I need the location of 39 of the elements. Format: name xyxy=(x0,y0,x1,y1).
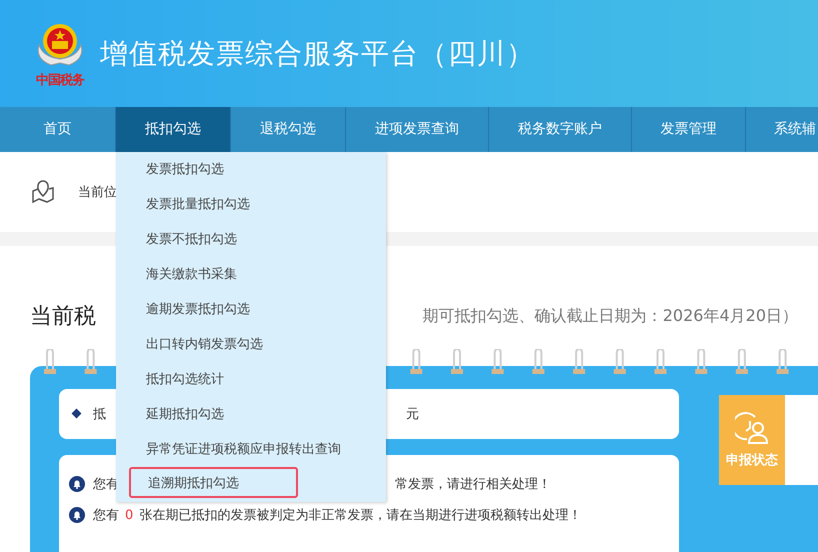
platform-title: 增值税发票综合服务平台（四川） xyxy=(100,36,535,72)
bell-icon xyxy=(69,506,85,523)
menu-item[interactable]: 发票抵扣勾选 xyxy=(116,152,386,187)
binder-ring-icon xyxy=(736,349,748,374)
map-pin-icon xyxy=(30,179,56,205)
tax-period-heading: 当前税 xyxy=(30,303,96,331)
deadline-note: 期可抵扣勾选、确认截止日期为：2026年4月20日） xyxy=(422,306,798,326)
binder-ring-icon xyxy=(654,349,666,374)
binder-ring-icon xyxy=(84,349,97,374)
binder-ring-icon xyxy=(614,349,626,374)
menu-item[interactable]: 逾期发票抵扣勾选 xyxy=(116,292,386,327)
menu-item[interactable]: 抵扣勾选统计 xyxy=(116,362,386,397)
summary-unit: 元 xyxy=(406,406,419,423)
menu-item[interactable]: 追溯期抵扣勾选 xyxy=(129,467,298,498)
clock-user-icon xyxy=(735,411,769,445)
menu-item[interactable]: 延期抵扣勾选 xyxy=(116,397,386,432)
breadcrumb-label: 当前位 xyxy=(78,184,117,201)
binder-ring-icon xyxy=(451,349,463,374)
binder-ring-icon xyxy=(44,349,56,374)
menu-item[interactable]: 海关缴款书采集 xyxy=(116,257,386,292)
summary-label: 抵 xyxy=(93,406,106,423)
nav-tab[interactable]: 抵扣勾选 xyxy=(116,107,231,152)
nav-tab[interactable]: 税务数字账户 xyxy=(489,107,632,152)
nav-tab[interactable]: 发票管理 xyxy=(632,107,746,152)
menu-item[interactable]: 异常凭证进项税额应申报转出查询 xyxy=(116,432,386,467)
logo-caption: 中国税务 xyxy=(36,72,84,88)
binder-ring-icon xyxy=(695,349,708,374)
notice-text: 常发票，请进行相关处理！ xyxy=(395,476,551,493)
binder-ring-icon xyxy=(410,349,422,374)
menu-item[interactable]: 出口转内销发票勾选 xyxy=(116,327,386,362)
bell-icon xyxy=(69,476,85,492)
nav-tab[interactable]: 系统辅 xyxy=(746,107,818,152)
binder-ring-icon xyxy=(776,349,789,374)
notice-text: 您有 0 张在期已抵扣的发票被判定为非正常发票，请在当期进行进项税额转出处理！ xyxy=(93,506,582,524)
binder-ring-icon xyxy=(492,349,504,374)
binder-ring-icon xyxy=(532,349,544,374)
menu-item[interactable]: 发票批量抵扣勾选 xyxy=(116,187,386,222)
binder-ring-icon xyxy=(573,349,586,374)
menu-item[interactable]: 发票不抵扣勾选 xyxy=(116,222,386,257)
